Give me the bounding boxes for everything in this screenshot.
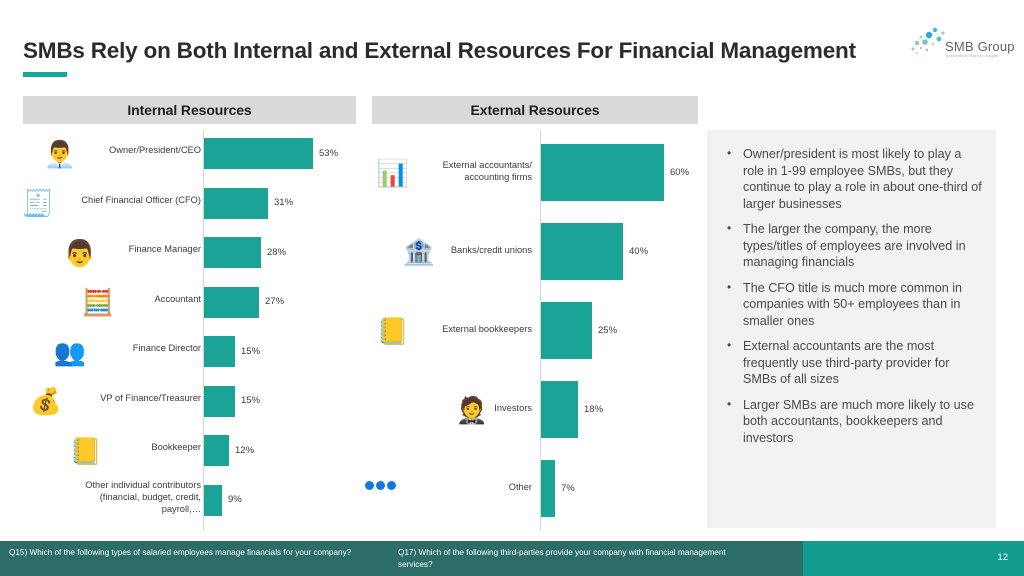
chart-category-label: Accountant bbox=[154, 293, 201, 304]
chart-bar bbox=[204, 187, 268, 219]
row-illustration-icon: 💰 bbox=[29, 386, 63, 416]
chart-bar bbox=[204, 138, 313, 169]
chart-bar bbox=[204, 385, 235, 417]
chart-bar bbox=[204, 336, 235, 367]
insight-bullet: Larger SMBs are much more likely to use … bbox=[721, 396, 982, 447]
chart-bar-row: 🧾 Chief Financial Officer (CFO) 31% bbox=[21, 180, 356, 230]
chart-category-label: Finance Manager bbox=[128, 244, 201, 254]
chart-bar-row: 🏦 Banks/credit unions 40% bbox=[372, 213, 698, 292]
page-number: 12 bbox=[997, 552, 1008, 563]
chart-bar-row: 🤵 Investors 18% bbox=[372, 371, 698, 450]
chart-category-label: External bookkeepers bbox=[442, 324, 532, 334]
chart-bar-value: 40% bbox=[629, 245, 649, 257]
page-title: SMBs Rely on Both Internal and External … bbox=[23, 38, 856, 63]
chart-bar-value: 25% bbox=[598, 324, 618, 336]
footer-right-band bbox=[803, 541, 1024, 576]
chart-bar bbox=[204, 435, 229, 466]
chart-category-label: Investors bbox=[494, 403, 532, 413]
footer-bar: Q15) Which of the following types of sal… bbox=[0, 541, 1024, 576]
chart-bar-row: 👥 Finance Director 15% bbox=[23, 328, 356, 378]
title-accent-underline bbox=[23, 72, 67, 77]
chart-bar-row: 💰 VP of Finance/Treasurer 15% bbox=[23, 378, 356, 428]
logo-tagline: Actionable Market Insight bbox=[946, 54, 999, 58]
other-dots-icon bbox=[365, 480, 396, 490]
insights-panel: Owner/president is most likely to play a… bbox=[707, 130, 996, 528]
chart-category-label: VP of Finance/Treasurer bbox=[100, 392, 201, 403]
chart-category-label: External accountants/ accounting firms bbox=[442, 160, 532, 182]
section-header-internal: Internal Resources bbox=[23, 96, 356, 124]
insight-bullet: External accountants are the most freque… bbox=[721, 337, 982, 388]
slide-canvas: SMBs Rely on Both Internal and External … bbox=[0, 0, 1024, 576]
chart-category-label: Owner/President/CEO bbox=[109, 145, 201, 155]
chart-bar bbox=[541, 302, 592, 359]
chart-bar-row: Other individual contributors (financial… bbox=[23, 477, 356, 527]
logo-wordmark: SMB Group bbox=[945, 39, 1015, 54]
chart-category-label: Chief Financial Officer (CFO) bbox=[81, 194, 201, 205]
chart-bar-value: 27% bbox=[265, 296, 285, 307]
chart-bar-row: 📒 Bookkeeper 12% bbox=[23, 427, 356, 477]
section-header-external: External Resources bbox=[372, 96, 698, 124]
smb-group-logo: SMB Group Actionable Market Insight bbox=[905, 26, 1015, 68]
chart-bar bbox=[541, 223, 623, 280]
chart-bar-value: 15% bbox=[241, 395, 261, 406]
chart-bar-value: 12% bbox=[235, 444, 255, 456]
chart-category-label: Other bbox=[508, 482, 532, 492]
chart-bar bbox=[204, 286, 259, 318]
chart-bar-value: 15% bbox=[241, 345, 261, 357]
chart-bar-value: 28% bbox=[267, 246, 287, 258]
insights-list: Owner/president is most likely to play a… bbox=[721, 145, 982, 447]
chart-bar-value: 9% bbox=[228, 494, 242, 505]
chart-category-label: Other individual contributors (financial… bbox=[85, 479, 201, 514]
chart-bar-row: 📒 External bookkeepers 25% bbox=[372, 292, 698, 371]
chart-bar bbox=[204, 237, 261, 268]
chart-bar-row: 🧮 Accountant 27% bbox=[23, 279, 356, 329]
chart-bar-row: Other 7% bbox=[365, 450, 698, 529]
insight-bullet: Owner/president is most likely to play a… bbox=[721, 145, 982, 212]
chart-category-label: Finance Director bbox=[132, 343, 201, 353]
chart-bar-row: 📊 External accountants/ accounting firms 6… bbox=[372, 134, 698, 213]
chart-bar bbox=[541, 144, 664, 201]
chart-bar-value: 18% bbox=[584, 403, 604, 415]
chart-category-label: Banks/credit unions bbox=[450, 245, 532, 255]
row-illustration-icon: 🧾 bbox=[21, 188, 55, 218]
chart-bar bbox=[541, 381, 578, 438]
chart-bar-value: 53% bbox=[319, 147, 339, 159]
chart-bar-row: 👨 Finance Manager 28% bbox=[23, 229, 356, 279]
chart-external-resources: 📊 External accountants/ accounting firms 6… bbox=[365, 130, 698, 530]
chart-bar bbox=[541, 460, 555, 517]
insight-bullet: The larger the company, the more types/t… bbox=[721, 220, 982, 271]
chart-bar-row: 👨‍💼 Owner/President/CEO 53% bbox=[23, 130, 356, 180]
insight-bullet: The CFO title is much more common in com… bbox=[721, 279, 982, 330]
footer-question-q17: Q17) Which of the following third-partie… bbox=[398, 548, 726, 569]
chart-bar-value: 7% bbox=[561, 482, 575, 494]
chart-bar bbox=[204, 484, 222, 516]
chart-bar-value: 31% bbox=[274, 197, 294, 208]
chart-bar-value: 60% bbox=[670, 166, 690, 178]
chart-internal-resources: 👨‍💼 Owner/President/CEO 53% 🧾 Chief Financia… bbox=[21, 130, 356, 530]
chart-category-label: Bookkeeper bbox=[151, 442, 201, 452]
footer-question-q15: Q15) Which of the following types of sal… bbox=[9, 548, 352, 557]
